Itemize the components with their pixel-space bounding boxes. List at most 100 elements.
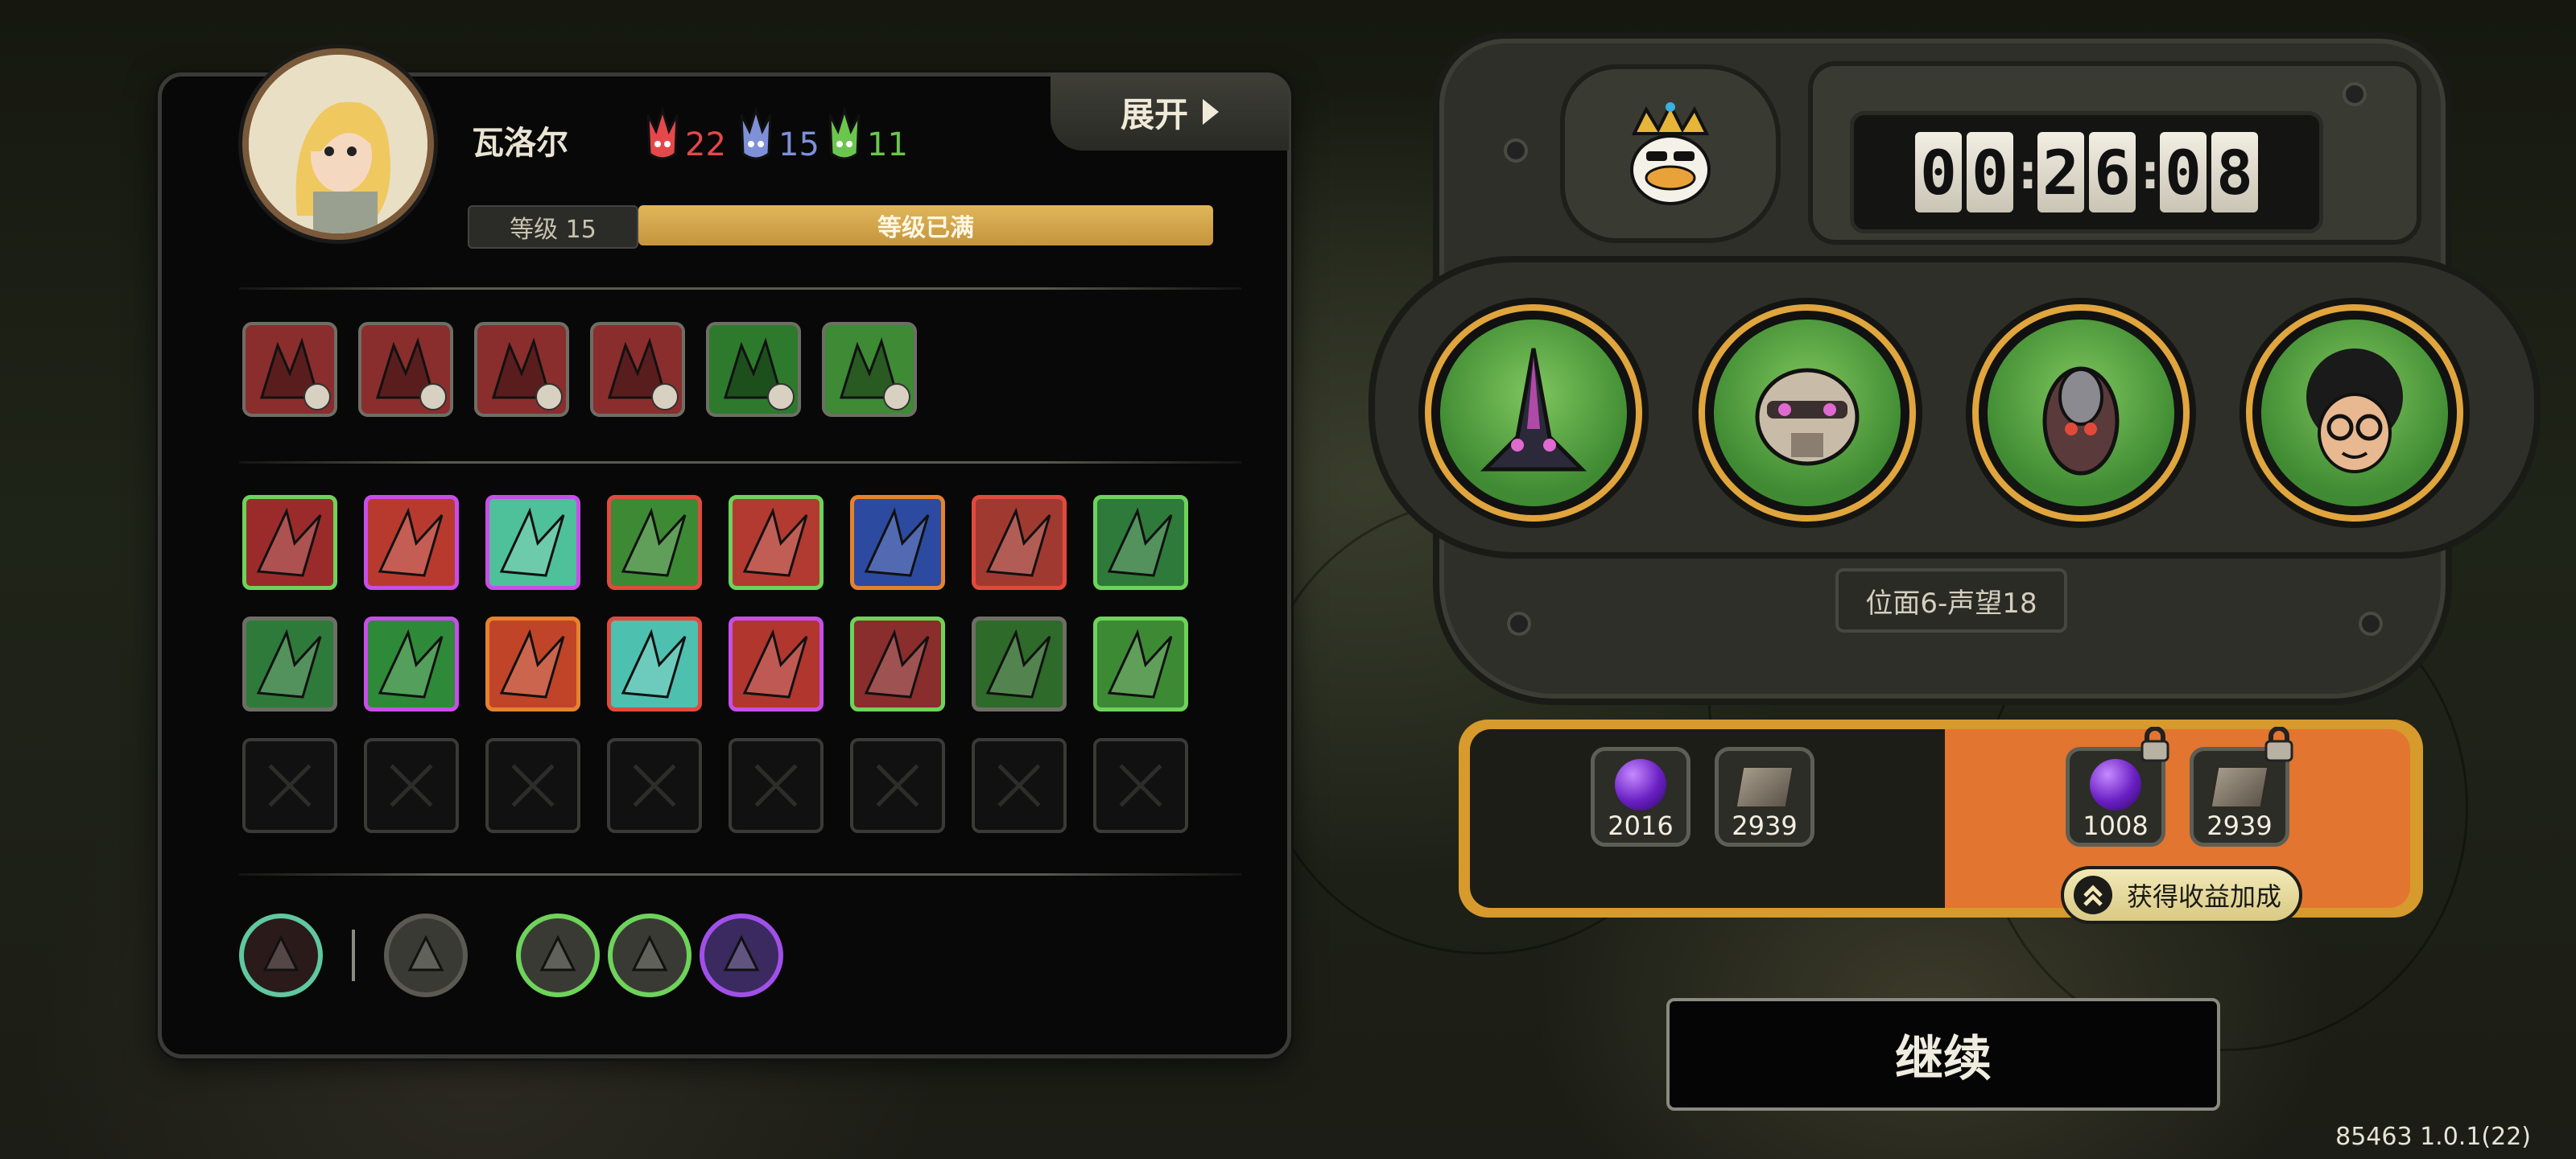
green-stat: 11 (827, 107, 908, 163)
skill-wind-icon[interactable] (364, 617, 459, 711)
party-slot-4[interactable] (2246, 304, 2463, 522)
blue-mask-icon (740, 107, 772, 160)
bonus-reward-orb: 1008 (2066, 727, 2169, 847)
screw-decoration (2359, 612, 2383, 636)
reward-amount: 2939 (1732, 810, 1798, 841)
equipment-row (242, 322, 917, 417)
skill-lightning-icon[interactable] (364, 495, 459, 590)
skill-crystal-icon[interactable] (1093, 495, 1188, 590)
equip-armor-icon[interactable] (822, 322, 917, 417)
reward-amount: 2016 (1608, 810, 1674, 841)
screw-decoration (2343, 82, 2367, 106)
continue-button[interactable]: 继续 (1666, 998, 2220, 1111)
empty-skill-slot[interactable] (972, 738, 1067, 833)
separator (352, 930, 355, 981)
purple-orb-icon (1615, 759, 1666, 810)
reward-amount: 1008 (2083, 810, 2149, 841)
rune-circle-icon[interactable] (516, 914, 600, 997)
red-stat: 22 (645, 107, 726, 163)
empty-skill-slot[interactable] (364, 738, 459, 833)
equip-helmet-icon[interactable] (590, 322, 685, 417)
skill-mantis-icon[interactable] (972, 617, 1067, 711)
skill-demon-face-icon[interactable] (485, 617, 580, 711)
skill-shield-icon[interactable] (607, 495, 702, 590)
demon-emblem-icon[interactable] (239, 914, 323, 997)
king-duck-icon (1630, 101, 1711, 205)
equip-claw-icon[interactable] (242, 322, 337, 417)
equip-fire-icon[interactable] (358, 322, 453, 417)
screw-decoration (1507, 612, 1531, 636)
lock-icon (2264, 727, 2293, 762)
timer-separator: : (2140, 144, 2160, 200)
blue-stat-value: 15 (778, 126, 819, 163)
relic-row (239, 914, 783, 997)
empty-skill-slot[interactable] (485, 738, 580, 833)
timer-digit: 0 (1967, 132, 2013, 212)
blue-stat: 15 (738, 107, 819, 163)
empty-skill-slot[interactable] (607, 738, 702, 833)
level-max-bar: 等级已满 (638, 205, 1213, 245)
potion-icon[interactable] (608, 914, 691, 997)
skill-slash-icon[interactable] (729, 495, 824, 590)
expand-button[interactable]: 展开 (1051, 73, 1289, 151)
dagger-icon[interactable] (384, 914, 468, 997)
plane-reputation-label: 位面6-声望18 (1835, 568, 2067, 633)
book-icon (1734, 765, 1795, 809)
skill-tooth-icon[interactable] (850, 495, 945, 590)
green-stat-value: 11 (867, 126, 908, 163)
skill-spikes-icon[interactable] (242, 617, 337, 711)
party-beetle-icon (2042, 366, 2120, 476)
bonus-reward-book: 2939 (2190, 727, 2293, 847)
equip-leaf-icon[interactable] (706, 322, 801, 417)
equip-beast-icon[interactable] (474, 322, 569, 417)
red-stat-value: 22 (685, 126, 726, 163)
timer-digit: 8 (2211, 132, 2258, 212)
empty-skill-slot[interactable] (1093, 738, 1188, 833)
timer-digit: 6 (2089, 132, 2136, 212)
hero-panel: 瓦洛尔 22 15 11 展开 等级 15 等级已满 (158, 48, 1291, 1058)
skill-red-beast-icon[interactable] (242, 495, 337, 590)
king-duck-emblem (1560, 64, 1781, 243)
skill-wave-icon[interactable] (607, 617, 702, 711)
party-slot-1[interactable] (1425, 304, 1642, 522)
empty-skill-slot[interactable] (850, 738, 945, 833)
empty-skill-slot[interactable] (729, 738, 824, 833)
skill-grid (242, 495, 1188, 833)
timer-digit: 2 (2037, 132, 2084, 212)
party-mantis-icon (1480, 348, 1587, 472)
get-bonus-label: 获得收益加成 (2127, 881, 2282, 912)
party-robot-icon (1755, 368, 1860, 466)
countdown-timer: 0 0 : 2 6 : 0 8 (1850, 111, 2323, 233)
get-bonus-button[interactable]: 获得收益加成 (2061, 866, 2302, 924)
skill-blades-icon[interactable] (850, 617, 945, 711)
skill-pink-flame-icon[interactable] (1093, 617, 1188, 711)
gold-crest-icon[interactable] (700, 914, 783, 997)
skill-figure-icon[interactable] (729, 617, 824, 711)
divider (239, 873, 1241, 876)
green-mask-icon (828, 107, 861, 160)
timer-separator: : (2018, 144, 2037, 200)
reward-orb: 2016 (1591, 747, 1690, 847)
empty-skill-slot[interactable] (242, 738, 337, 833)
base-rewards (1470, 729, 1945, 908)
equip-badge-icon (767, 383, 795, 410)
level-label: 等级 15 (468, 205, 638, 249)
hero-portrait (242, 48, 434, 240)
equip-badge-icon (419, 383, 447, 410)
timer-digit: 0 (2160, 132, 2207, 212)
party-slot-3[interactable] (1972, 304, 2190, 522)
skill-burst-icon[interactable] (485, 495, 580, 590)
purple-orb-icon (2090, 759, 2141, 810)
skill-fist-icon[interactable] (972, 495, 1067, 590)
reward-amount: 2939 (2207, 810, 2273, 841)
screw-decoration (1504, 138, 1528, 163)
red-mask-icon (646, 107, 679, 160)
party-slot-2[interactable] (1699, 304, 1916, 522)
double-chevron-up-icon (2074, 876, 2112, 914)
equip-badge-icon (651, 383, 679, 410)
lock-icon (2140, 727, 2169, 762)
arrow-right-icon (1203, 99, 1219, 125)
reward-book: 2939 (1715, 747, 1814, 847)
equip-badge-icon (883, 383, 910, 410)
version-label: 85463 1.0.1(22) (2335, 1123, 2531, 1151)
